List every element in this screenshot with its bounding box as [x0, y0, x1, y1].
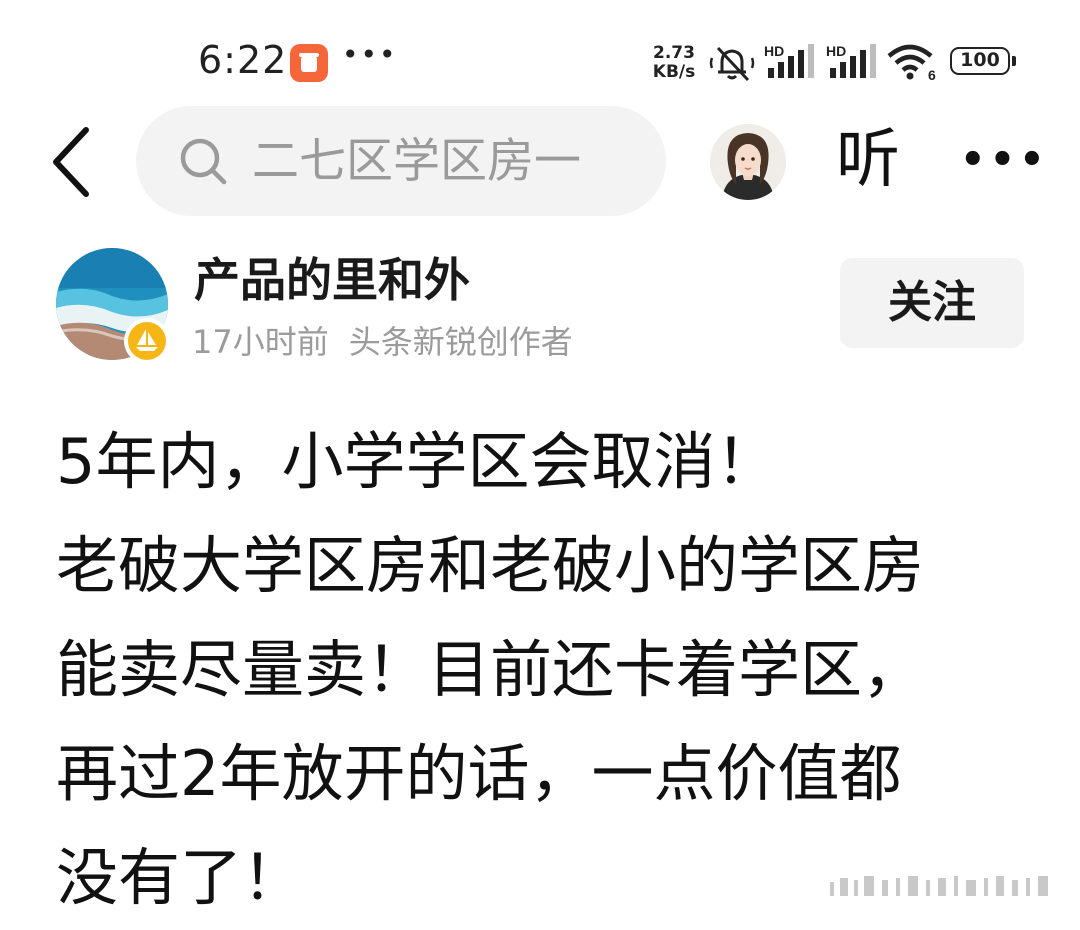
network-speed-unit: KB/s	[652, 62, 696, 82]
notification-app-icon	[290, 44, 328, 82]
post-line: 5年内，小学学区会取消！	[56, 425, 778, 498]
follow-button[interactable]: 关注	[840, 258, 1024, 348]
post-time: 17小时前	[192, 323, 329, 361]
network-speed-value: 2.73	[653, 43, 695, 63]
post-line: 再过2年放开的话，一点价值都	[56, 737, 902, 810]
watermark-image	[830, 876, 1048, 896]
post-line: 老破大学区房和老破小的学区房	[56, 529, 925, 602]
status-bar: 6:22 ••• 2.73 KB/s HD HD 6 100	[0, 0, 1080, 120]
battery-indicator: 100	[950, 47, 1016, 75]
post-body: 5年内，小学学区会取消！ 老破大学区房和老破小的学区房 能卖尽量卖！目前还卡着学…	[56, 410, 1046, 930]
search-query-text[interactable]: 二七区学区房一	[252, 134, 632, 190]
listen-button[interactable]: 听	[836, 120, 900, 200]
wifi-icon: 6	[887, 44, 936, 82]
more-options-button[interactable]: •••	[960, 136, 1049, 184]
post-line: 能卖尽量卖！目前还卡着学区，	[56, 633, 925, 706]
sim2-label: HD	[826, 43, 846, 59]
search-icon	[180, 138, 227, 185]
sailboat-icon	[136, 329, 158, 351]
user-avatar-image	[710, 124, 786, 200]
search-bar[interactable]: 二七区学区房一	[136, 106, 666, 216]
creator-badge	[124, 318, 170, 364]
chevron-left-icon[interactable]	[44, 124, 104, 200]
network-speed: 2.73 KB/s	[650, 44, 698, 82]
author-name[interactable]: 产品的里和外	[194, 250, 470, 310]
bell-off-icon	[709, 46, 755, 82]
author-title: 头条新锐创作者	[348, 323, 573, 361]
sim1-label: HD	[764, 43, 784, 59]
post-meta: 17小时前 头条新锐创作者	[192, 320, 573, 364]
signal-icon-2: HD	[826, 43, 876, 78]
status-more-icon: •••	[342, 38, 398, 71]
signal-icon: HD	[764, 43, 814, 78]
user-avatar[interactable]	[710, 124, 786, 200]
status-time: 6:22	[198, 38, 288, 82]
wifi-badge: 6	[928, 67, 936, 82]
